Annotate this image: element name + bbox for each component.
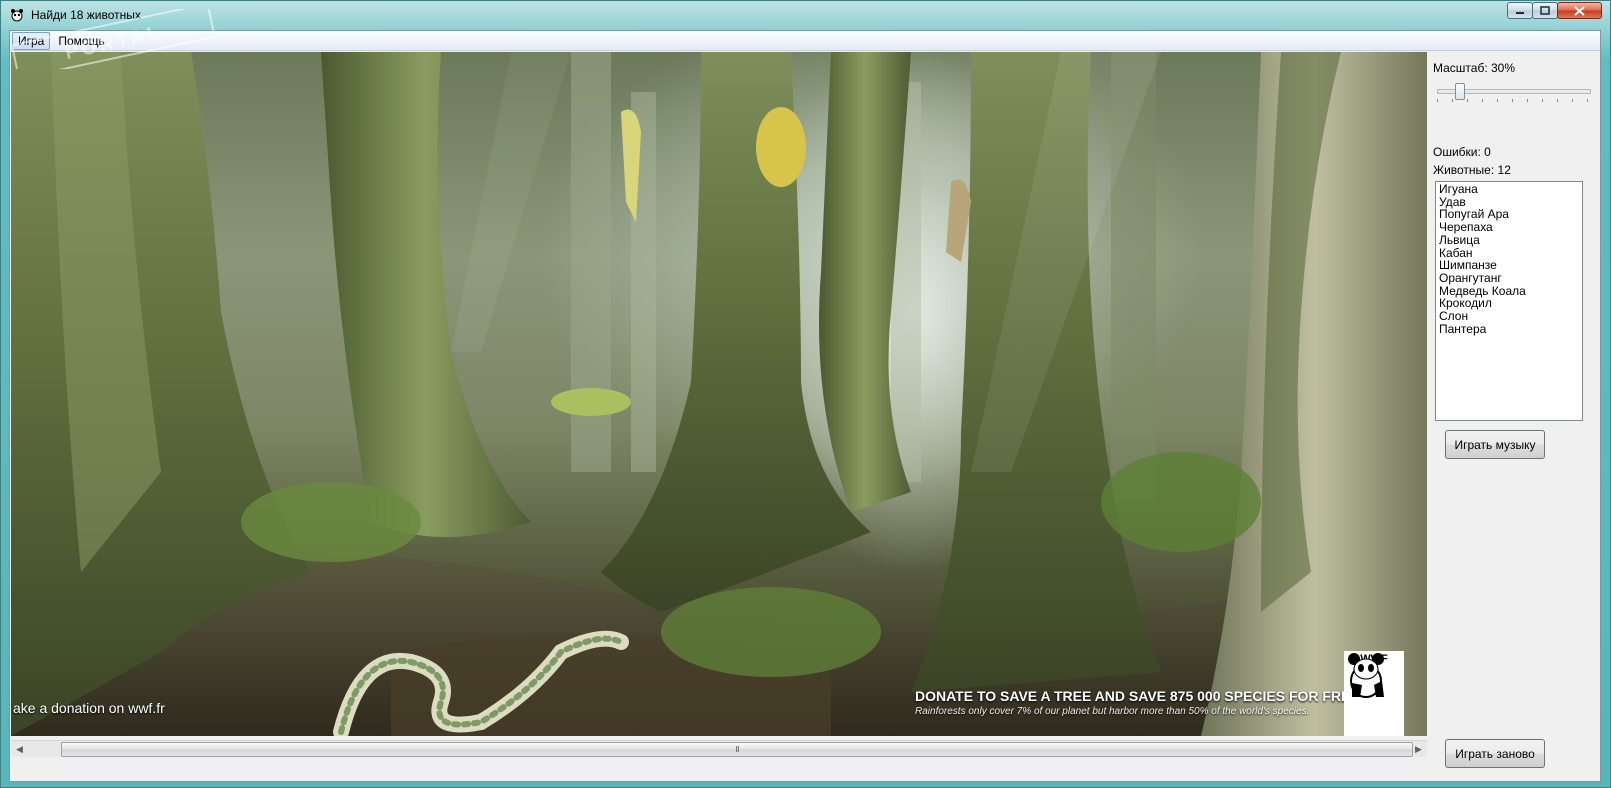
play-music-button[interactable]: Играть музыку (1445, 430, 1545, 459)
window-title: Найди 18 животных (31, 8, 141, 22)
list-item[interactable]: Черепаха (1439, 221, 1579, 234)
menu-bar: Игра Помощь (10, 31, 1600, 51)
zoom-slider-thumb[interactable] (1455, 83, 1465, 100)
minimize-icon[interactable] (1507, 2, 1533, 19)
list-item[interactable]: Львица (1439, 234, 1579, 247)
panda-logo-icon (1348, 653, 1384, 698)
title-bar: Найди 18 животных (1, 1, 1610, 29)
side-panel: Масштаб: 30% Ошибки: 0 Животные: 12 Игуа… (1431, 52, 1599, 782)
scroll-grip-icon: Ⅱ (735, 745, 740, 754)
restart-button[interactable]: Играть заново (1445, 739, 1545, 768)
app-window: Найди 18 животных Игра Помощь ake a dona… (0, 0, 1611, 788)
wwf-headline: DONATE TO SAVE A TREE AND SAVE 875 000 S… (915, 688, 1364, 704)
wwf-logo: WWF (1344, 651, 1404, 736)
scroll-thumb[interactable]: Ⅱ (61, 742, 1413, 757)
close-icon[interactable] (1557, 2, 1602, 19)
list-item[interactable]: Пантера (1439, 323, 1579, 336)
wwf-subline: Rainforests only cover 7% of our planet … (915, 706, 1310, 717)
list-item[interactable]: Орангутанг (1439, 272, 1579, 285)
animals-counter: Животные: 12 (1433, 163, 1511, 177)
window-controls (1507, 2, 1602, 19)
zoom-label: Масштаб: 30% (1433, 61, 1516, 75)
donation-caption: ake a donation on wwf.fr (13, 700, 165, 716)
list-item[interactable]: Слон (1439, 310, 1579, 323)
list-item[interactable]: Игуана (1439, 183, 1579, 196)
zoom-slider[interactable] (1437, 83, 1591, 102)
game-scene[interactable]: ake a donation on wwf.fr DONATE TO SAVE … (11, 52, 1427, 736)
animal-list[interactable]: Игуана Удав Попугай Ара Черепаха Львица … (1435, 181, 1583, 421)
horizontal-scrollbar[interactable]: ◀ Ⅱ ▶ (11, 740, 1427, 757)
scroll-right-icon[interactable]: ▶ (1410, 741, 1427, 757)
errors-counter: Ошибки: 0 (1433, 145, 1491, 159)
menu-help[interactable]: Помощь (52, 32, 110, 50)
client-area: Игра Помощь ake a donation on wwf.fr DON… (9, 30, 1601, 782)
maximize-icon[interactable] (1532, 2, 1558, 19)
scroll-left-icon[interactable]: ◀ (11, 741, 28, 757)
zoom-slider-ticks (1437, 99, 1589, 102)
wwf-banner: DONATE TO SAVE A TREE AND SAVE 875 000 S… (915, 688, 1364, 717)
panda-icon (10, 8, 24, 22)
menu-game[interactable]: Игра (12, 31, 51, 50)
jungle-illustration (11, 52, 1427, 736)
